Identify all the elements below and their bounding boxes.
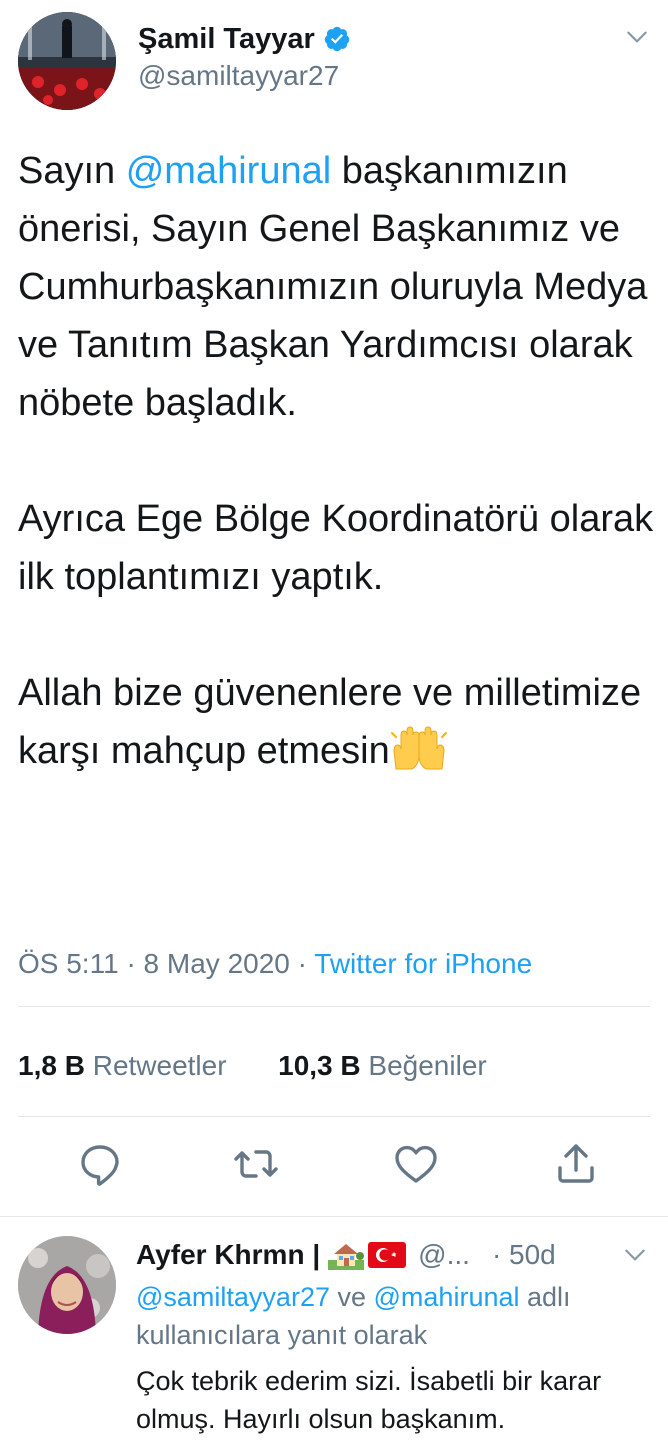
likes-count: 10,3 B [278, 1050, 361, 1081]
reply-to-line: @samiltayyar27 ve @mahirunal adlı kullan… [136, 1278, 646, 1354]
retweets-stat[interactable]: 1,8 B Retweetler [18, 1050, 234, 1081]
tweet-date[interactable]: 8 May 2020 [144, 948, 290, 979]
retweets-label: Retweetler [92, 1050, 227, 1081]
likes-label: Beğeniler [368, 1050, 487, 1081]
author-block: Şamil Tayyar @samiltayyar27 [138, 20, 351, 92]
reply-to-mention-1[interactable]: @samiltayyar27 [136, 1282, 330, 1312]
meta-separator: · [126, 948, 144, 979]
tweet-paragraph-3: Allah bize güvenenlere ve milletimize ka… [18, 664, 658, 780]
tweet-text-prefix: Sayın [18, 150, 126, 192]
divider [0, 1216, 668, 1217]
divider [18, 1116, 650, 1117]
reply-icon [81, 1145, 119, 1186]
house-emoji [328, 1244, 365, 1270]
meta-separator: · [297, 948, 315, 979]
author-avatar[interactable] [18, 12, 116, 110]
reply-to-connector: ve [329, 1282, 374, 1312]
reply-content: Ayfer Khrmn | @... · 50d @samiltayyar27 … [136, 1236, 646, 1438]
reply-to-mention-2[interactable]: @mahirunal [374, 1282, 520, 1312]
tweet-text-p3: Allah bize güvenenlere ve milletimize ka… [18, 672, 642, 772]
tweet-paragraph-1: Sayın @mahirunal başkanımızın önerisi, S… [18, 142, 658, 432]
reply-author-avatar[interactable] [18, 1236, 116, 1334]
reply-tweet[interactable]: Ayfer Khrmn | @... · 50d @samiltayyar27 … [0, 1222, 668, 1456]
tweet-header: Şamil Tayyar @samiltayyar27 [18, 12, 650, 110]
reply-time[interactable]: · 50d [492, 1239, 556, 1271]
tweet-actions [0, 1140, 668, 1196]
tweet-paragraph-2: Ayrıca Ege Bölge Koordinatörü olarak ilk… [18, 498, 654, 598]
reply-text: Çok tebrik ederim sizi. İsabetli bir kar… [136, 1366, 602, 1434]
tweet-meta: ÖS 5:11 · 8 May 2020 · Twitter for iPhon… [18, 948, 532, 980]
tweet-source[interactable]: Twitter for iPhone [314, 948, 532, 979]
like-button[interactable] [392, 1140, 440, 1188]
retweets-count: 1,8 B [18, 1050, 85, 1081]
reply-author-name[interactable]: Ayfer Khrmn | [136, 1239, 320, 1271]
chevron-down-icon[interactable] [624, 24, 650, 50]
tweet-text: Sayın @mahirunal başkanımızın önerisi, S… [18, 142, 658, 780]
author-handle[interactable]: @samiltayyar27 [138, 60, 351, 92]
turkey-flag-emoji [368, 1242, 407, 1268]
mention-link[interactable]: @mahirunal [126, 150, 331, 192]
likes-stat[interactable]: 10,3 B Beğeniler [278, 1050, 487, 1081]
heart-icon [395, 1145, 437, 1183]
reply-header: Ayfer Khrmn | @... · 50d [136, 1236, 646, 1274]
author-name[interactable]: Şamil Tayyar [138, 23, 315, 56]
tweet-stats: 1,8 B Retweetler 10,3 B Beğeniler [18, 1050, 487, 1082]
raised-hands-emoji [390, 726, 447, 770]
retweet-icon [234, 1150, 278, 1178]
reply-button[interactable] [76, 1140, 124, 1188]
share-icon [558, 1144, 594, 1183]
chevron-down-icon[interactable] [622, 1242, 648, 1268]
share-button[interactable] [552, 1140, 600, 1188]
retweet-button[interactable] [232, 1140, 280, 1188]
tweet-time[interactable]: ÖS 5:11 [18, 948, 119, 979]
divider [18, 1006, 650, 1007]
verified-badge-icon [324, 26, 350, 52]
reply-author-handle[interactable]: @... [418, 1239, 470, 1271]
author-name-row: Şamil Tayyar [138, 20, 351, 58]
